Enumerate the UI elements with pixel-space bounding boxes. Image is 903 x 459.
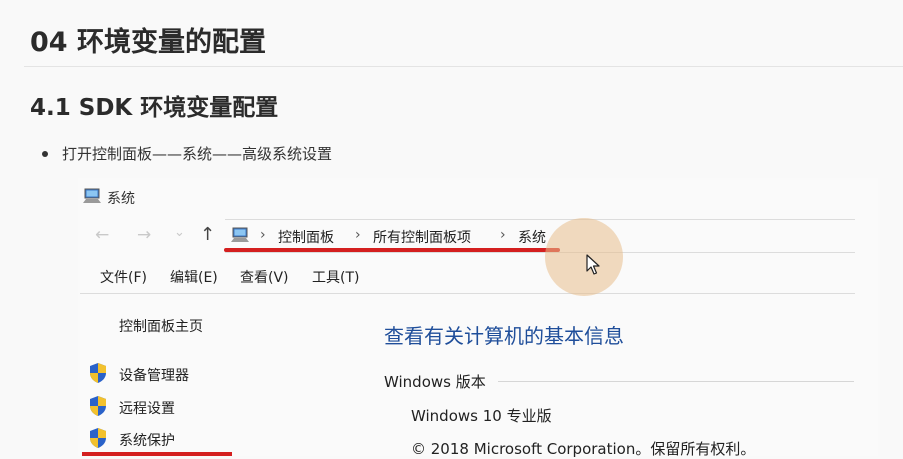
up-button[interactable]: ↑ <box>200 224 215 245</box>
back-button[interactable]: ← <box>95 225 109 245</box>
mouse-cursor-icon <box>586 254 600 275</box>
bullet-text: 打开控制面板——系统——高级系统设置 <box>62 145 333 163</box>
computer-icon <box>83 188 101 203</box>
breadcrumb-all-items[interactable]: 所有控制面板项 <box>373 227 471 247</box>
sidebar-item-remote-settings[interactable]: 远程设置 <box>119 398 175 418</box>
breadcrumb-separator: › <box>355 227 361 243</box>
highlight-underline <box>224 248 560 252</box>
highlight-underline <box>82 452 232 456</box>
section-divider <box>498 381 854 382</box>
windows-edition-label: Windows 版本 <box>384 373 486 391</box>
heading-divider <box>24 66 903 67</box>
breadcrumb-separator: › <box>500 227 506 243</box>
sidebar-home-link[interactable]: 控制面板主页 <box>119 316 203 336</box>
sidebar-item-system-protection[interactable]: 系统保护 <box>119 430 175 450</box>
main-title: 查看有关计算机的基本信息 <box>384 324 624 348</box>
windows-edition-value: Windows 10 专业版 <box>411 407 552 425</box>
window-title: 系统 <box>107 191 135 207</box>
menu-file[interactable]: 文件(F) <box>100 267 147 287</box>
uac-shield-icon <box>90 396 106 416</box>
breadcrumb-separator: › <box>260 227 266 243</box>
section-heading: 4.1 SDK 环境变量配置 <box>30 95 279 121</box>
menu-edit[interactable]: 编辑(E) <box>170 267 218 287</box>
menu-view[interactable]: 查看(V) <box>240 267 289 287</box>
breadcrumb-control-panel[interactable]: 控制面板 <box>278 227 334 247</box>
bullet-marker <box>42 151 48 157</box>
recent-locations-button[interactable]: ⌄ <box>174 225 185 240</box>
page-heading: 04 环境变量的配置 <box>30 27 266 58</box>
uac-shield-icon <box>90 428 106 448</box>
computer-icon <box>231 227 249 242</box>
uac-shield-icon <box>90 363 106 383</box>
menu-tools[interactable]: 工具(T) <box>312 267 359 287</box>
breadcrumb-system[interactable]: 系统 <box>518 227 546 247</box>
sidebar-item-device-manager[interactable]: 设备管理器 <box>119 365 189 385</box>
cursor-highlight <box>545 218 623 296</box>
forward-button[interactable]: → <box>137 225 151 245</box>
